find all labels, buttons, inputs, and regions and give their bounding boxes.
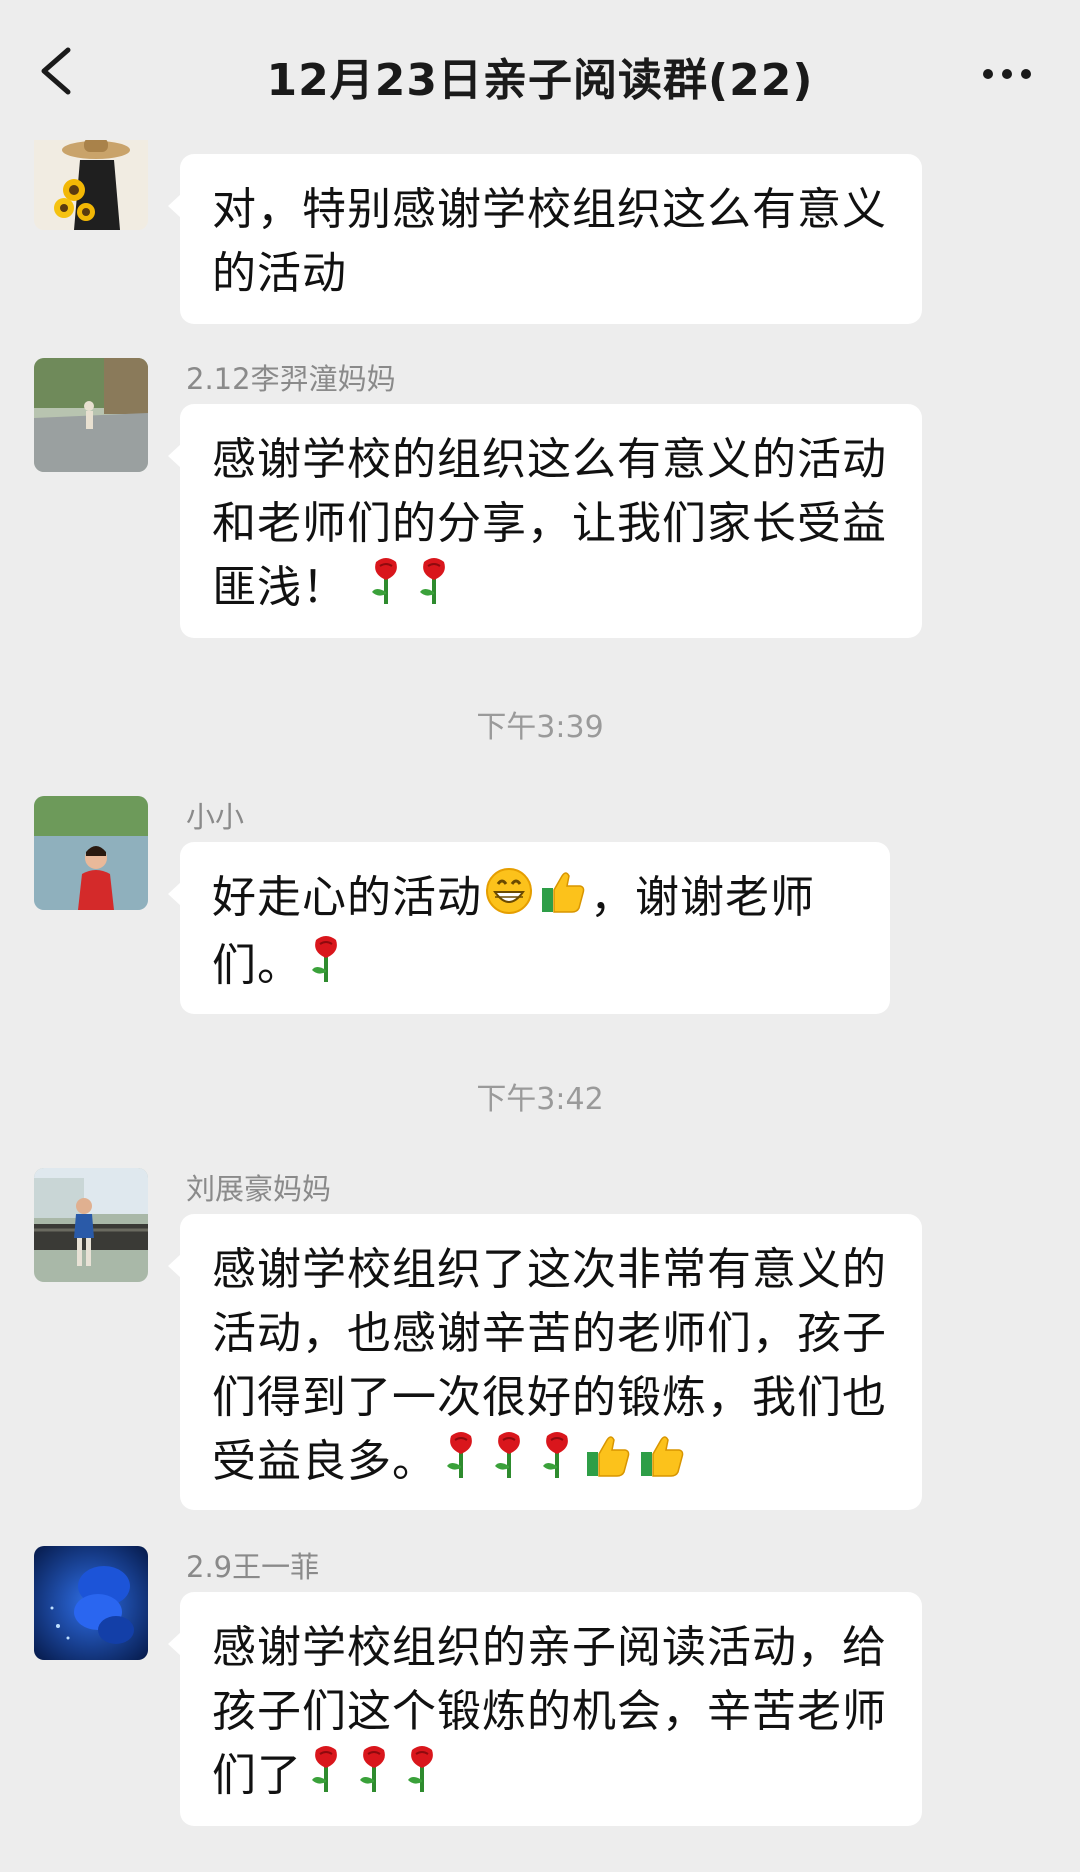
message-bubble[interactable]: 感谢学校组织了这次非常有意义的活动，也感谢辛苦的老师们，孩子们得到了一次很好的锻… (168, 1214, 922, 1510)
rose-emoji-icon (304, 1744, 348, 1812)
rose-emoji-icon (487, 1430, 531, 1498)
rose-emoji-icon (352, 1744, 396, 1812)
rose-emoji-icon (364, 556, 408, 624)
rose-emoji-icon (412, 556, 456, 624)
rose-emoji-icon (439, 1430, 483, 1498)
sender-name: 2.12李羿潼妈妈 (186, 362, 396, 396)
sender-name: 小小 (186, 800, 245, 834)
sender-name: 刘展豪妈妈 (186, 1172, 332, 1206)
avatar[interactable] (34, 1168, 148, 1282)
avatar[interactable] (34, 1546, 148, 1660)
timestamp: 下午3:39 (476, 710, 604, 745)
rose-emoji-icon (535, 1430, 579, 1498)
message-text: 感谢学校的组织这么有意义的活动和老师们的分享，让我们家长受益匪浅！ (212, 434, 887, 613)
sender-name: 2.9王一菲 (186, 1550, 320, 1584)
message-bubble[interactable]: 对，特别感谢学校组织这么有意义的活动 (168, 154, 922, 324)
avatar[interactable] (34, 140, 148, 230)
rose-emoji-icon (304, 934, 348, 1002)
message-list[interactable]: 对，特别感谢学校组织这么有意义的活动 2.12李羿潼妈妈 感谢学校的组织这么有意… (0, 140, 1080, 1872)
message-text: 好走心的活动 (212, 872, 482, 923)
message-bubble[interactable]: 感谢学校的组织这么有意义的活动和老师们的分享，让我们家长受益匪浅！ (168, 404, 922, 638)
chat-title: 12月23日亲子阅读群(22) (266, 55, 814, 106)
message-bubble[interactable]: 好走心的活动 ，谢谢老师们。 (168, 842, 890, 1014)
thumbs-up-emoji-icon (538, 866, 588, 934)
message-bubble[interactable]: 感谢学校组织的亲子阅读活动，给孩子们这个锻炼的机会，辛苦老师们了 (168, 1592, 922, 1826)
thumbs-up-emoji-icon (583, 1430, 633, 1498)
chat-header: 12月23日亲子阅读群(22) (0, 0, 1080, 140)
chat-screen: 12月23日亲子阅读群(22) 对，特别感谢学校组织这么有意义的活动 2.12李… (0, 0, 1080, 1872)
ellipsis-icon (983, 69, 1031, 79)
avatar[interactable] (34, 796, 148, 910)
avatar[interactable] (34, 358, 148, 472)
thumbs-up-emoji-icon (637, 1430, 687, 1498)
timestamp: 下午3:42 (476, 1082, 604, 1117)
grin-emoji-icon (484, 866, 534, 934)
rose-emoji-icon (400, 1744, 444, 1812)
more-button[interactable] (960, 40, 1050, 100)
message-text: 对，特别感谢学校组织这么有意义的活动 (212, 184, 887, 299)
